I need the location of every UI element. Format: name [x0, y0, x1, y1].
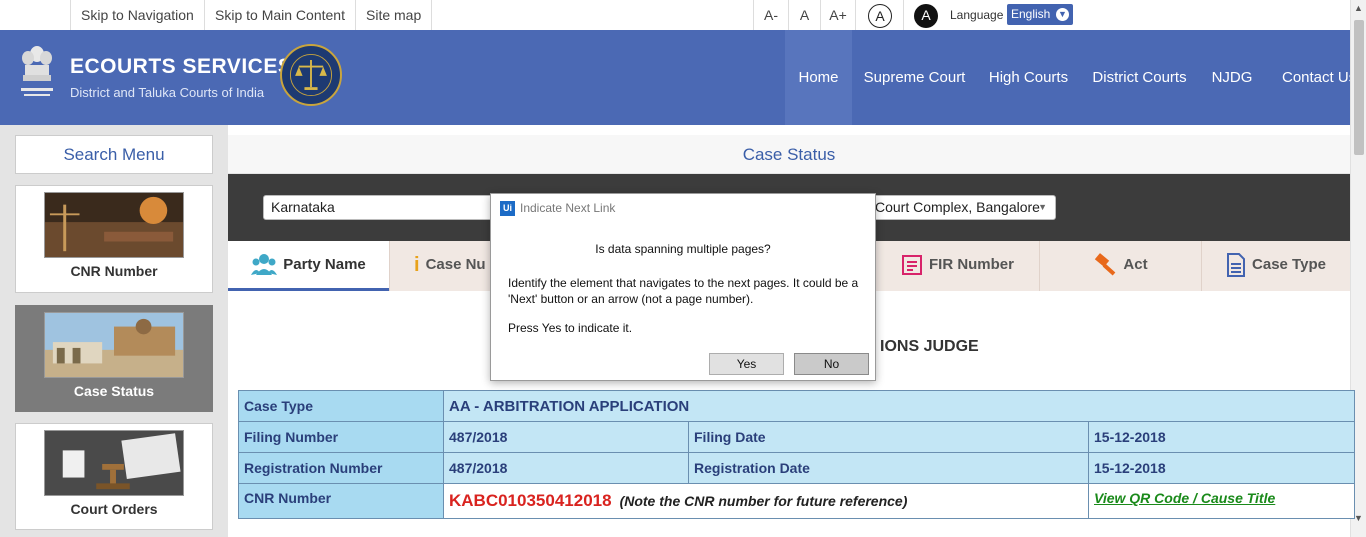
- gavel-icon: [1095, 253, 1116, 276]
- no-button[interactable]: No: [794, 353, 869, 375]
- tab-label: Case Nu: [425, 256, 486, 273]
- site-header: ECOURTS SERVICES District and Taluka Cou…: [0, 30, 1350, 125]
- contrast-dark-button[interactable]: A: [914, 4, 938, 28]
- divider: [903, 0, 904, 30]
- court-complex-select[interactable]: Court Complex, Bangalore ▼: [868, 195, 1056, 220]
- court-seal-logo-icon: [280, 44, 342, 106]
- nav-high-courts[interactable]: High Courts: [977, 30, 1080, 125]
- national-emblem-icon: [21, 46, 53, 96]
- indicate-next-link-dialog: Ui Indicate Next Link Is data spanning m…: [490, 193, 876, 381]
- scroll-up-arrow-icon[interactable]: ▲: [1354, 3, 1363, 13]
- nav-home[interactable]: Home: [785, 30, 852, 125]
- uipath-logo-icon: Ui: [500, 201, 515, 216]
- language-select[interactable]: English ▼: [1007, 4, 1073, 25]
- accessibility-bar: Skip to Navigation Skip to Main Content …: [0, 0, 1350, 30]
- table-row: Case Type AA - ARBITRATION APPLICATION: [238, 390, 1355, 422]
- skip-to-navigation-link[interactable]: Skip to Navigation: [70, 0, 204, 30]
- dialog-title: Indicate Next Link: [520, 201, 616, 215]
- filing-date-value: 15-12-2018: [1088, 421, 1355, 453]
- sidebar-item-court-orders[interactable]: Court Orders: [15, 423, 213, 530]
- dialog-question: Is data spanning multiple pages?: [595, 242, 771, 256]
- tab-fir-number[interactable]: FIR Number: [875, 241, 1039, 291]
- registration-number-label: Registration Number: [238, 452, 444, 484]
- sidebar-item-cnr-number[interactable]: CNR Number: [15, 185, 213, 293]
- case-details-table: Case Type AA - ARBITRATION APPLICATION F…: [238, 390, 1355, 519]
- case-type-label: Case Type: [238, 390, 444, 422]
- table-row: Filing Number 487/2018 Filing Date 15-12…: [238, 421, 1355, 453]
- filing-date-label: Filing Date: [688, 421, 1089, 453]
- sidebar-item-label: Court Orders: [70, 501, 158, 517]
- site-map-link[interactable]: Site map: [355, 0, 433, 30]
- court-heading: IONS JUDGE: [880, 338, 979, 355]
- fir-document-icon: [901, 255, 922, 276]
- tab-case-type[interactable]: Case Type: [1201, 241, 1350, 291]
- sidebar-item-label: Case Status: [73, 383, 155, 399]
- qr-code-cell: View QR Code / Cause Title: [1088, 483, 1355, 519]
- tab-party-name[interactable]: Party Name: [228, 241, 389, 291]
- tab-label: Act: [1123, 256, 1148, 273]
- document-icon: [1227, 253, 1246, 278]
- tab-label: Party Name: [283, 256, 366, 273]
- scrollbar-thumb[interactable]: [1354, 20, 1364, 155]
- site-subtitle: District and Taluka Courts of India: [70, 85, 265, 100]
- case-type-value: AA - ARBITRATION APPLICATION: [443, 390, 1355, 422]
- font-normal-button[interactable]: A: [788, 0, 820, 30]
- filing-number-value: 487/2018: [443, 421, 689, 453]
- font-increase-button[interactable]: A+: [820, 0, 856, 30]
- court-complex-select-value: Court Complex, Bangalore: [875, 199, 1040, 215]
- scroll-down-arrow-icon[interactable]: ▼: [1354, 513, 1363, 523]
- chevron-down-icon: ▼: [1038, 202, 1047, 212]
- registration-date-label: Registration Date: [688, 452, 1089, 484]
- dialog-message: Identify the element that navigates to t…: [508, 276, 859, 306]
- table-row: CNR Number KABC010350412018 (Note the CNR…: [238, 483, 1355, 519]
- state-select[interactable]: Karnataka: [263, 195, 493, 220]
- tab-act[interactable]: Act: [1039, 241, 1201, 291]
- registration-number-value: 487/2018: [443, 452, 689, 484]
- dialog-titlebar: Ui Indicate Next Link: [491, 194, 875, 223]
- nav-contact-us[interactable]: Contact Us: [1265, 30, 1350, 125]
- registration-date-value: 15-12-2018: [1088, 452, 1355, 484]
- language-value: English: [1011, 7, 1051, 21]
- search-menu-heading: Search Menu: [15, 135, 213, 174]
- cnr-note: (Note the CNR number for future referenc…: [619, 493, 908, 509]
- users-icon: [251, 254, 278, 276]
- dialog-instruction: Press Yes to indicate it.: [508, 321, 633, 335]
- cnr-number-value: KABC010350412018: [449, 491, 612, 510]
- skip-to-main-content-link[interactable]: Skip to Main Content: [204, 0, 355, 30]
- site-title: ECOURTS SERVICES: [70, 55, 293, 78]
- yes-button[interactable]: Yes: [709, 353, 784, 375]
- sidebar-item-label: CNR Number: [70, 263, 158, 279]
- court-orders-image: [44, 430, 184, 496]
- filing-number-label: Filing Number: [238, 421, 444, 453]
- page-title: Case Status: [228, 135, 1350, 174]
- font-decrease-button[interactable]: A-: [753, 0, 788, 30]
- state-select-value: Karnataka: [271, 199, 335, 215]
- tab-label: FIR Number: [928, 256, 1014, 273]
- cnr-number-label: CNR Number: [238, 483, 444, 519]
- info-icon: i: [414, 254, 420, 277]
- case-status-image: [44, 312, 184, 378]
- tab-label: Case Type: [1252, 256, 1326, 273]
- sidebar: Search Menu CNR Number Case Status Court…: [0, 125, 228, 537]
- tab-case-number[interactable]: i Case Nu: [389, 241, 491, 291]
- nav-district-courts[interactable]: District Courts: [1080, 30, 1199, 125]
- table-row: Registration Number 487/2018 Registratio…: [238, 452, 1355, 484]
- language-label: Language: [950, 8, 1004, 22]
- sidebar-item-case-status[interactable]: Case Status: [15, 305, 213, 412]
- contrast-light-button[interactable]: A: [868, 4, 892, 28]
- cnr-number-image: [44, 192, 184, 258]
- nav-njdg[interactable]: NJDG: [1199, 30, 1265, 125]
- nav-supreme-court[interactable]: Supreme Court: [852, 30, 977, 125]
- chevron-down-icon: ▼: [1056, 8, 1069, 21]
- cnr-number-cell: KABC010350412018 (Note the CNR number for…: [443, 483, 1089, 519]
- view-qr-code-link[interactable]: View QR Code / Cause Title: [1094, 490, 1275, 506]
